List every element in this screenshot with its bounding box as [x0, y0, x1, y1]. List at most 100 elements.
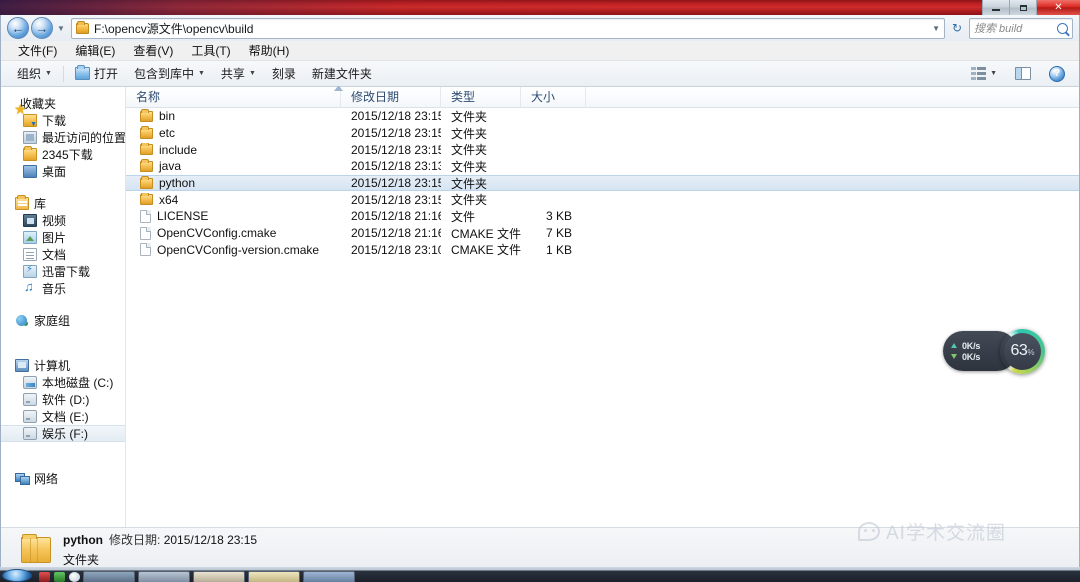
file-type-cell: 文件夹 — [451, 176, 488, 191]
music-icon — [23, 279, 37, 295]
back-button[interactable]: ← — [7, 17, 29, 39]
include-in-library-button[interactable]: 包含到库中 ▼ — [126, 62, 213, 85]
column-header-type[interactable]: 类型 — [441, 86, 521, 108]
details-date-label: 修改日期: — [109, 533, 161, 547]
table-row[interactable]: java 2015/12/18 23:13 文件夹 — [126, 158, 1079, 175]
column-header-name[interactable]: 名称 — [126, 86, 341, 108]
forward-button[interactable]: → — [31, 17, 53, 39]
taskbar-window-button[interactable] — [193, 571, 245, 582]
sidebar-item-label: 音乐 — [42, 282, 67, 296]
recent-pages-dropdown[interactable]: ▼ — [53, 17, 69, 39]
downloads-icon — [23, 114, 37, 128]
table-row[interactable]: bin 2015/12/18 23:15 文件夹 — [126, 108, 1079, 125]
organize-button[interactable]: 组织 ▼ — [9, 62, 60, 85]
table-row[interactable]: x64 2015/12/18 23:15 文件夹 — [126, 191, 1079, 208]
sidebar-item-label: 视频 — [42, 214, 67, 228]
help-icon: ? — [1049, 65, 1065, 82]
sidebar-item-drive-e[interactable]: 文档 (E:) — [1, 408, 125, 425]
table-row[interactable]: OpenCVConfig-version.cmake 2015/12/18 23:… — [126, 242, 1079, 259]
sidebar-item-pictures[interactable]: 图片 — [1, 229, 125, 246]
recent-places-icon — [23, 131, 37, 144]
desktop-icon — [23, 165, 37, 178]
sidebar-item-drive-c[interactable]: 本地磁盘 (C:) — [1, 374, 125, 391]
sidebar-item-drive-d[interactable]: 软件 (D:) — [1, 391, 125, 408]
breadcrumb-path: F:\opencv源文件\opencv\build — [94, 21, 254, 36]
menu-item-view[interactable]: 查看(V) — [124, 40, 182, 61]
file-type-cell: CMAKE 文件 — [451, 226, 521, 241]
column-header-date[interactable]: 修改日期 — [341, 86, 441, 108]
arrow-up-icon — [951, 343, 957, 348]
menu-item-help[interactable]: 帮助(H) — [240, 40, 299, 61]
command-toolbar: 组织 ▼ 打开 包含到库中 ▼ 共享 ▼ 刻录 新建文件夹 ▼ ? — [1, 61, 1079, 87]
menu-item-file[interactable]: 文件(F) — [9, 40, 66, 61]
file-type-cell: 文件夹 — [451, 159, 488, 174]
details-folder-icon — [21, 533, 51, 563]
sidebar-item-2345-download[interactable]: 2345下载 — [1, 146, 125, 163]
sidebar-item-drive-f[interactable]: 娱乐 (F:) — [1, 425, 125, 442]
toolbar-right-group: ▼ ? — [963, 63, 1073, 85]
taskbar-icon[interactable] — [54, 572, 65, 582]
new-folder-button[interactable]: 新建文件夹 — [304, 62, 380, 85]
table-row[interactable]: OpenCVConfig.cmake 2015/12/18 21:16 CMAKE … — [126, 225, 1079, 242]
preview-pane-button[interactable] — [1007, 64, 1039, 83]
taskbar-icon[interactable] — [69, 572, 80, 582]
sidebar-item-documents[interactable]: 文档 — [1, 246, 125, 263]
sidebar-item-network[interactable]: 网络 — [1, 470, 125, 487]
taskbar-window-button[interactable] — [303, 571, 355, 582]
sidebar-item-music[interactable]: 音乐 — [1, 279, 125, 297]
menu-item-tools[interactable]: 工具(T) — [182, 40, 239, 61]
drive-icon — [23, 410, 37, 423]
file-type-cell: CMAKE 文件 — [451, 243, 521, 258]
sidebar-item-desktop[interactable]: 桌面 — [1, 163, 125, 180]
search-input[interactable]: 搜索 build — [974, 20, 1053, 36]
minimize-button[interactable] — [982, 0, 1009, 15]
sidebar-item-label: 文档 — [42, 248, 67, 262]
file-name-cell: OpenCVConfig.cmake — [126, 226, 341, 240]
sidebar-item-thunder-download[interactable]: 迅雷下载 — [1, 263, 125, 280]
sidebar-item-recent-places[interactable]: 最近访问的位置 — [1, 129, 125, 146]
details-date-value: 2015/12/18 23:15 — [163, 533, 258, 547]
taskbar-window-button[interactable] — [83, 571, 135, 582]
close-button[interactable]: ✕ — [1036, 0, 1080, 15]
window-title-bar[interactable]: ✕ — [0, 0, 1080, 15]
table-row[interactable]: LICENSE 2015/12/18 21:16 文件 3 KB — [126, 208, 1079, 225]
share-button[interactable]: 共享 ▼ — [213, 62, 264, 85]
chevron-down-icon[interactable]: ▼ — [932, 24, 940, 33]
arrow-down-icon — [951, 354, 957, 359]
help-button[interactable]: ? — [1041, 63, 1073, 85]
taskbar-window-button[interactable] — [138, 571, 190, 582]
file-list-pane[interactable]: 名称 修改日期 类型 大小 bin 2015/12/18 23:15 文件夹 etc 2… — [126, 86, 1079, 527]
table-row[interactable]: python 2015/12/18 23:15 文件夹 — [126, 174, 1079, 192]
start-button[interactable] — [2, 569, 32, 582]
sidebar-item-label: 软件 (D:) — [42, 393, 90, 407]
taskbar-window-button[interactable] — [248, 571, 300, 582]
address-input[interactable]: F:\opencv源文件\opencv\build ▼ — [71, 17, 945, 39]
file-date-cell: 2015/12/18 23:15 — [351, 126, 441, 141]
memory-usage-gauge[interactable]: 63 % — [1000, 329, 1045, 374]
taskbar[interactable] — [0, 567, 1080, 582]
sidebar-item-libraries[interactable]: 库 — [1, 195, 125, 212]
table-row[interactable]: etc 2015/12/18 23:15 文件夹 — [126, 125, 1079, 142]
taskbar-icon[interactable] — [39, 572, 50, 582]
menu-item-edit[interactable]: 编辑(E) — [66, 40, 124, 61]
sidebar-item-videos[interactable]: 视频 — [1, 212, 125, 229]
change-view-button[interactable]: ▼ — [963, 64, 1005, 83]
file-name-cell: bin — [126, 109, 341, 123]
table-row[interactable]: include 2015/12/18 23:15 文件夹 — [126, 141, 1079, 158]
open-button[interactable]: 打开 — [67, 62, 126, 85]
search-box[interactable]: 搜索 build — [969, 17, 1073, 39]
column-header-size[interactable]: 大小 — [521, 86, 586, 108]
refresh-button[interactable]: ↻ — [947, 18, 967, 39]
file-icon — [140, 209, 151, 223]
maximize-button[interactable] — [1009, 0, 1036, 15]
navigation-pane[interactable]: 收藏夹 下载 最近访问的位置 2345下载 — [1, 87, 126, 527]
sidebar-item-favorites[interactable]: 收藏夹 — [1, 95, 125, 118]
file-name-label: x64 — [159, 192, 179, 207]
sidebar-item-homegroup[interactable]: 家庭组 — [1, 312, 125, 329]
burn-button[interactable]: 刻录 — [264, 62, 304, 85]
view-list-icon — [971, 67, 987, 80]
sidebar-item-computer[interactable]: 计算机 — [1, 357, 125, 374]
